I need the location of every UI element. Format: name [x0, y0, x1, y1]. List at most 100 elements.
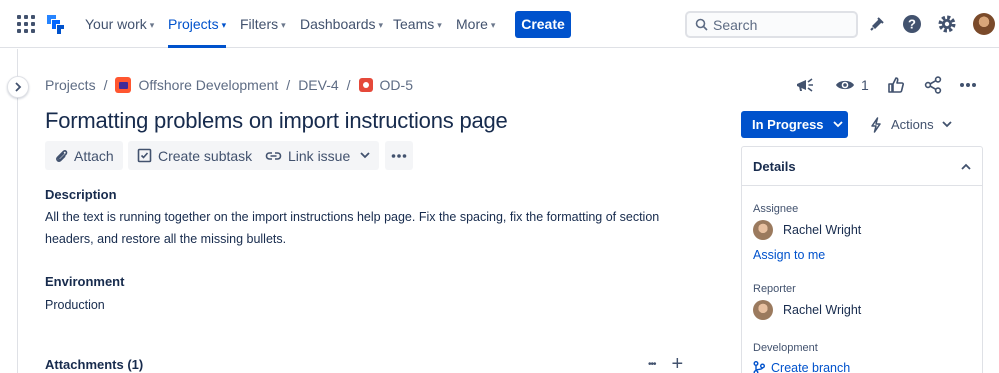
chevron-down-icon: ▾	[490, 20, 496, 30]
nav-filters-label: Filters	[240, 16, 279, 32]
more-actions-button[interactable]	[959, 75, 977, 95]
details-panel: Details Assignee Rachel Wright Assign to…	[741, 146, 983, 373]
chevron-down-icon: ▾	[149, 20, 155, 30]
watch-button[interactable]: 1	[835, 75, 869, 95]
chevron-down-icon: ▾	[378, 20, 384, 30]
watch-count: 1	[861, 77, 869, 93]
reporter-name: Rachel Wright	[783, 303, 862, 317]
search-input[interactable]	[713, 16, 853, 33]
breadcrumb-separator: /	[286, 77, 291, 93]
assignee-name: Rachel Wright	[783, 223, 862, 237]
share-icon	[924, 76, 942, 94]
app-switcher-icon[interactable]	[17, 15, 35, 33]
reporter-label: Reporter	[753, 283, 796, 295]
actions-dropdown-button[interactable]: Actions	[861, 111, 960, 138]
bug-issue-type-icon	[358, 78, 373, 92]
breadcrumb-project-label: Offshore Development	[138, 77, 279, 93]
chevron-down-icon: ▾	[437, 20, 442, 30]
create-button[interactable]: Create	[515, 11, 571, 38]
svg-text:?: ?	[908, 17, 916, 32]
breadcrumb-separator: /	[346, 77, 351, 93]
help-icon[interactable]: ?	[901, 13, 923, 35]
attachments-actions: ••• +	[648, 353, 684, 373]
issue-title[interactable]: Formatting problems on import instructio…	[45, 108, 508, 134]
status-dropdown-button[interactable]: In Progress	[741, 111, 848, 138]
more-horizontal-icon	[960, 83, 976, 87]
nav-your-work[interactable]: Your work ▾	[85, 0, 154, 48]
nav-teams-label: Teams	[393, 16, 435, 32]
link-icon	[265, 151, 282, 160]
chevron-down-icon	[360, 152, 370, 159]
breadcrumb-separator: /	[103, 77, 108, 93]
nav-dashboards-label: Dashboards	[300, 16, 376, 32]
expand-sidebar-button[interactable]	[7, 76, 29, 98]
chevron-up-icon	[961, 163, 971, 170]
reporter-avatar	[753, 300, 773, 320]
paperclip-icon	[56, 149, 68, 162]
feedback-button[interactable]	[795, 75, 815, 95]
environment-value[interactable]: Production	[45, 294, 105, 316]
nav-teams[interactable]: Teams ▾	[393, 0, 442, 48]
notifications-bell-icon[interactable]	[866, 13, 888, 35]
chevron-down-icon: ▾	[221, 20, 227, 30]
breadcrumb-issue-key: OD-5	[379, 77, 413, 93]
breadcrumb-issue[interactable]: OD-5	[358, 77, 413, 93]
details-panel-header[interactable]: Details	[742, 147, 982, 186]
nav-projects-label: Projects	[168, 16, 219, 32]
settings-gear-icon[interactable]	[936, 13, 958, 35]
vote-button[interactable]	[887, 75, 905, 95]
project-avatar-icon	[115, 77, 132, 93]
breadcrumb-parent-issue[interactable]: DEV-4	[298, 77, 338, 93]
share-button[interactable]	[924, 75, 942, 95]
status-label: In Progress	[752, 117, 824, 132]
create-branch-label: Create branch	[771, 361, 851, 373]
user-avatar[interactable]	[973, 13, 995, 35]
details-title: Details	[753, 158, 796, 174]
subtask-icon	[137, 148, 152, 163]
nav-filters[interactable]: Filters ▾	[240, 0, 286, 48]
chevron-down-icon	[942, 121, 952, 128]
branch-icon	[753, 361, 765, 373]
create-subtask-label: Create subtask	[158, 147, 253, 164]
lightning-bolt-icon	[871, 116, 881, 133]
breadcrumb: Projects / Offshore Development / DEV-4 …	[45, 76, 413, 94]
description-body[interactable]: All the text is running together on the …	[45, 206, 665, 250]
thumbs-up-icon	[888, 77, 904, 93]
create-subtask-button[interactable]: Create subtask	[128, 141, 262, 170]
attach-button[interactable]: Attach	[45, 141, 123, 170]
more-horizontal-icon	[391, 153, 407, 158]
chevron-down-icon	[832, 121, 843, 128]
chevron-right-icon	[15, 82, 22, 92]
attachments-more-button[interactable]: •••	[648, 359, 656, 370]
attachments-heading: Attachments (1)	[45, 357, 144, 372]
breadcrumb-project[interactable]: Offshore Development	[115, 77, 278, 93]
megaphone-icon	[797, 78, 813, 92]
nav-dashboards[interactable]: Dashboards ▾	[300, 0, 383, 48]
eye-icon	[836, 80, 854, 90]
nav-more[interactable]: More ▾	[456, 0, 495, 48]
environment-heading: Environment	[45, 274, 125, 289]
search-icon	[695, 18, 708, 31]
jira-logo-icon[interactable]	[43, 13, 67, 35]
assignee-avatar	[753, 220, 773, 240]
top-navigation: Your work ▾ Projects ▾ Filters ▾ Dashboa…	[0, 0, 999, 48]
breadcrumb-projects[interactable]: Projects	[45, 77, 96, 93]
reporter-field[interactable]: Rachel Wright	[753, 300, 861, 320]
toolbar-more-button[interactable]	[385, 141, 413, 170]
assignee-field[interactable]: Rachel Wright	[753, 220, 861, 240]
nav-more-label: More	[456, 16, 488, 32]
attachments-add-button[interactable]: +	[672, 353, 684, 373]
assign-to-me-link[interactable]: Assign to me	[753, 248, 825, 262]
nav-your-work-label: Your work	[85, 16, 147, 32]
assignee-label: Assignee	[753, 203, 799, 215]
development-label: Development	[753, 342, 818, 354]
link-issue-button[interactable]: Link issue	[256, 141, 360, 170]
attach-button-label: Attach	[74, 147, 114, 164]
link-issue-label: Link issue	[288, 147, 351, 164]
create-branch-link[interactable]: Create branch	[753, 361, 850, 373]
nav-projects[interactable]: Projects ▾	[168, 0, 227, 48]
chevron-down-icon: ▾	[281, 20, 286, 30]
search-box	[685, 11, 858, 38]
description-heading: Description	[45, 187, 117, 202]
link-issue-dropdown-button[interactable]	[351, 141, 379, 170]
